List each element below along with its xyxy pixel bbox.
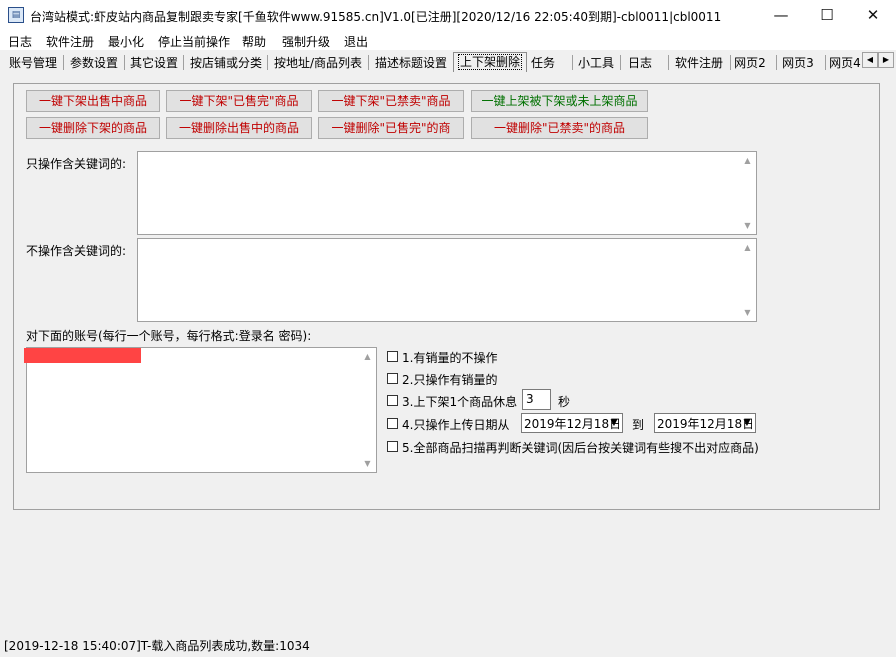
tab-webpage3[interactable]: 网页3 bbox=[778, 54, 818, 72]
opt5-checkbox[interactable] bbox=[387, 441, 398, 452]
menu-help[interactable]: 帮助 bbox=[242, 33, 266, 50]
menu-register[interactable]: 软件注册 bbox=[46, 33, 94, 50]
tab-listing-delete[interactable]: 上下架删除 bbox=[453, 52, 527, 72]
opt4-label: 4.只操作上传日期从 bbox=[402, 418, 510, 432]
tab-scroll-right-icon[interactable]: ▶ bbox=[878, 52, 894, 68]
rest-seconds-input[interactable]: 3 bbox=[522, 389, 551, 410]
tab-webpage2[interactable]: 网页2 bbox=[732, 54, 768, 72]
chevron-down-icon[interactable]: ▼ bbox=[606, 414, 622, 432]
delete-selling-button[interactable]: 一键删除出售中的商品 bbox=[166, 117, 312, 139]
opt2-label: 2.只操作有销量的 bbox=[402, 373, 498, 387]
accounts-input[interactable]: ▲ ▼ bbox=[26, 347, 377, 473]
title-bar: ▤ 台湾站模式:虾皮站内商品复制跟卖专家[千鱼软件www.91585.cn]V1… bbox=[0, 0, 896, 30]
menu-exit[interactable]: 退出 bbox=[344, 33, 368, 50]
delist-selling-button[interactable]: 一键下架出售中商品 bbox=[26, 90, 160, 112]
date-to-picker[interactable]: 2019年12月18日 ▼ bbox=[654, 413, 756, 433]
menu-stop[interactable]: 停止当前操作 bbox=[158, 33, 230, 50]
date-from-picker[interactable]: 2019年12月18日 ▼ bbox=[521, 413, 623, 433]
menu-minimize[interactable]: 最小化 bbox=[108, 33, 144, 50]
delist-soldout-button[interactable]: 一键下架"已售完"商品 bbox=[166, 90, 312, 112]
tab-scroll-left-icon[interactable]: ◀ bbox=[862, 52, 878, 68]
exclude-keywords-input[interactable]: ▲ ▼ bbox=[137, 238, 757, 322]
date-to-label: 到 bbox=[632, 418, 645, 432]
tab-tools[interactable]: 小工具 bbox=[574, 54, 618, 72]
date-to-value: 2019年12月18日 bbox=[657, 417, 752, 431]
tab-tasks[interactable]: 任务 bbox=[528, 54, 558, 72]
menu-bar: 日志 软件注册 最小化 停止当前操作 帮助 强制升级 退出 bbox=[0, 30, 896, 50]
tab-log[interactable]: 日志 bbox=[622, 54, 658, 72]
seconds-unit-label: 秒 bbox=[558, 395, 571, 409]
delete-delisted-button[interactable]: 一键删除下架的商品 bbox=[26, 117, 160, 139]
tab-listing-delete-label: 上下架删除 bbox=[457, 54, 522, 70]
tab-webpage4[interactable]: 网页4 bbox=[827, 54, 863, 72]
tab-description-title[interactable]: 描述标题设置 bbox=[371, 54, 451, 72]
tab-account-management[interactable]: 账号管理 bbox=[4, 54, 62, 72]
exclude-keywords-label: 不操作含关键词的: bbox=[26, 244, 127, 258]
exclude-keywords-scrollbar[interactable]: ▲ ▼ bbox=[739, 239, 756, 321]
app-icon: ▤ bbox=[8, 7, 24, 23]
delist-banned-button[interactable]: 一键下架"已禁卖"商品 bbox=[318, 90, 464, 112]
opt3-checkbox[interactable] bbox=[387, 395, 398, 406]
accounts-scrollbar[interactable]: ▲ ▼ bbox=[359, 348, 376, 472]
opt1-checkbox[interactable] bbox=[387, 351, 398, 362]
tab-by-address[interactable]: 按地址/商品列表 bbox=[269, 54, 367, 72]
maximize-button[interactable]: ☐ bbox=[804, 0, 850, 30]
menu-force-upgrade[interactable]: 强制升级 bbox=[282, 33, 330, 50]
opt3-label: 3.上下架1个商品休息 bbox=[402, 395, 518, 409]
opt2-checkbox[interactable] bbox=[387, 373, 398, 384]
minimize-button[interactable]: — bbox=[758, 0, 804, 30]
accounts-label: 对下面的账号(每行一个账号，每行格式:登录名 密码): bbox=[26, 329, 312, 343]
tab-strip: 账号管理 参数设置 其它设置 按店铺或分类 按地址/商品列表 描述标题设置 上下… bbox=[0, 51, 896, 73]
tab-other-settings[interactable]: 其它设置 bbox=[126, 54, 182, 72]
chevron-down-icon[interactable]: ▼ bbox=[739, 414, 755, 432]
status-text: [2019-12-18 15:40:07]T-载入商品列表成功,数量:1034 bbox=[4, 639, 310, 653]
opt4-checkbox[interactable] bbox=[387, 418, 398, 429]
include-keywords-label: 只操作含关键词的: bbox=[26, 157, 127, 171]
opt5-label: 5.全部商品扫描再判断关键词(因后台按关键词有些搜不出对应商品) bbox=[402, 441, 759, 455]
window-title: 台湾站模式:虾皮站内商品复制跟卖专家[千鱼软件www.91585.cn]V1.0… bbox=[30, 10, 722, 24]
opt1-label: 1.有销量的不操作 bbox=[402, 351, 498, 365]
relist-button[interactable]: 一键上架被下架或未上架商品 bbox=[471, 90, 648, 112]
delete-banned-button[interactable]: 一键删除"已禁卖"的商品 bbox=[471, 117, 648, 139]
tab-software-register[interactable]: 软件注册 bbox=[670, 54, 728, 72]
redacted-account bbox=[24, 348, 141, 363]
delete-soldout-button[interactable]: 一键删除"已售完"的商 bbox=[318, 117, 464, 139]
include-keywords-input[interactable]: ▲ ▼ bbox=[137, 151, 757, 235]
tab-by-shop[interactable]: 按店铺或分类 bbox=[186, 54, 266, 72]
include-keywords-scrollbar[interactable]: ▲ ▼ bbox=[739, 152, 756, 234]
tab-parameter-settings[interactable]: 参数设置 bbox=[65, 54, 123, 72]
menu-log[interactable]: 日志 bbox=[8, 33, 32, 50]
close-button[interactable]: ✕ bbox=[850, 0, 896, 30]
date-from-value: 2019年12月18日 bbox=[524, 417, 619, 431]
